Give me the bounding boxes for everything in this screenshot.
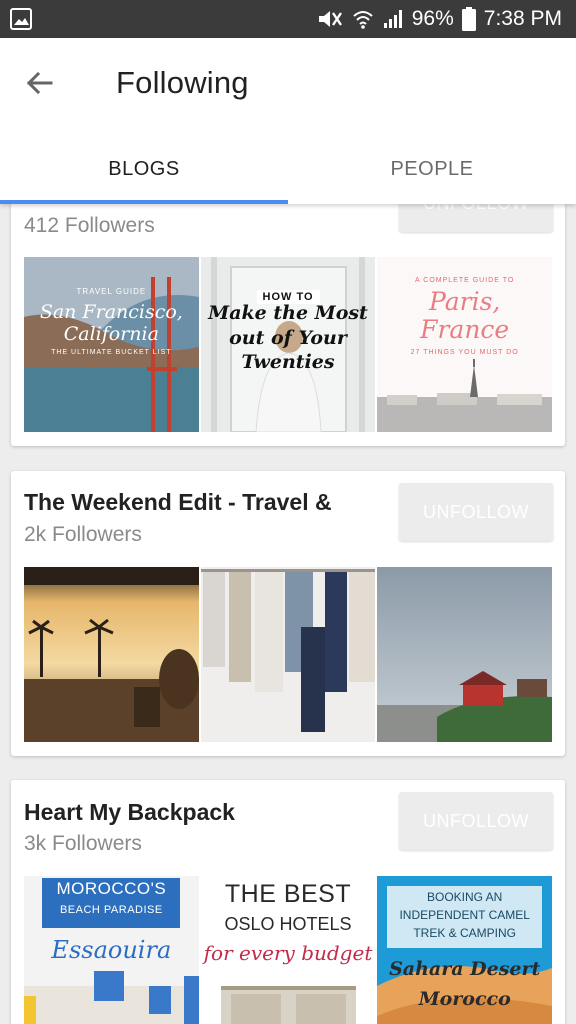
thumbnail-text: MOROCCO'S <box>56 879 167 898</box>
blog-card: Heart My Backpack UNFOLLOW 3k Followers … <box>11 780 565 1024</box>
thumbnail-text: BEACH PARADISE <box>59 904 163 916</box>
unfollow-button[interactable]: UNFOLLOW <box>399 792 553 850</box>
status-bar: 96% 7:38 PM <box>0 0 576 38</box>
post-thumbnail[interactable]: A COMPLETE GUIDE TO Paris, France 27 THI… <box>377 257 553 432</box>
thumbnail-text: San Francisco, <box>39 301 183 323</box>
thumbnail-text: Sahara Desert <box>389 958 541 980</box>
mute-icon <box>316 8 344 30</box>
signal-icon <box>382 8 404 30</box>
post-thumbnail[interactable] <box>200 567 376 742</box>
post-thumbnail[interactable]: BOOKING AN INDEPENDENT CAMEL TREK & CAMP… <box>377 876 553 1024</box>
thumbnail-text: THE ULTIMATE BUCKET LIST <box>51 349 172 356</box>
post-thumbnail[interactable]: HOW TO Make the Most out of Your Twentie… <box>200 257 376 432</box>
thumbnail-text: out of Your <box>229 327 347 349</box>
thumbnail-text: OSLO HOTELS <box>224 914 352 934</box>
thumbnail-text: INDEPENDENT CAMEL <box>399 908 530 922</box>
thumbnail-text: THE BEST <box>224 880 352 908</box>
post-thumbnail[interactable] <box>24 567 199 742</box>
thumbnail-text: 27 THINGS YOU MUST DO <box>410 349 519 356</box>
thumbnail-text: Morocco <box>418 988 511 1010</box>
follower-count: 2k Followers <box>24 523 142 546</box>
thumbnail-text: Twenties <box>241 351 335 373</box>
tab-blogs[interactable]: BLOGS <box>0 134 288 204</box>
wifi-icon <box>352 8 374 30</box>
tab-people[interactable]: PEOPLE <box>288 134 576 204</box>
blog-card: The Weekend Edit - Travel & UNFOLLOW 2k … <box>11 471 565 756</box>
post-thumbnail[interactable] <box>377 567 553 742</box>
follower-count: 3k Followers <box>24 832 142 855</box>
blog-name: Heart My Backpack <box>24 799 235 825</box>
thumbnail-text: for every budget <box>203 941 373 965</box>
thumbnail-text: TRAVEL GUIDE <box>76 287 147 296</box>
thumbnail-text: Essaouira <box>51 936 172 964</box>
battery-icon <box>461 7 476 31</box>
post-thumbnail[interactable]: TRAVEL GUIDE San Francisco, California T… <box>24 257 199 432</box>
thumbnail-text: France <box>420 315 510 344</box>
thumbnail-text: California <box>63 323 159 345</box>
app-bar: Following BLOGS PEOPLE <box>0 38 576 204</box>
tab-indicator <box>0 200 288 204</box>
thumbnail-text: BOOKING AN <box>427 890 503 904</box>
back-arrow-icon[interactable] <box>22 66 56 100</box>
page-title: Following <box>116 65 249 100</box>
blog-name: The Weekend Edit - Travel & <box>24 489 332 515</box>
gallery-notification-icon <box>10 8 32 30</box>
follower-count: 412 Followers <box>24 214 155 237</box>
post-thumbnail[interactable]: THE BEST OSLO HOTELS for every budget <box>200 876 376 1024</box>
thumbnail-text: Make the Most <box>208 302 368 324</box>
post-thumbnail[interactable]: MOROCCO'S BEACH PARADISE Essaouira <box>24 876 199 1024</box>
clock: 7:38 PM <box>483 7 562 30</box>
thumbnail-text: TREK & CAMPING <box>413 926 517 940</box>
battery-percent: 96% <box>411 7 454 30</box>
unfollow-button[interactable]: UNFOLLOW <box>399 483 553 541</box>
thumbnail-text: A COMPLETE GUIDE TO <box>415 277 515 284</box>
thumbnail-text: Paris, <box>429 287 501 316</box>
